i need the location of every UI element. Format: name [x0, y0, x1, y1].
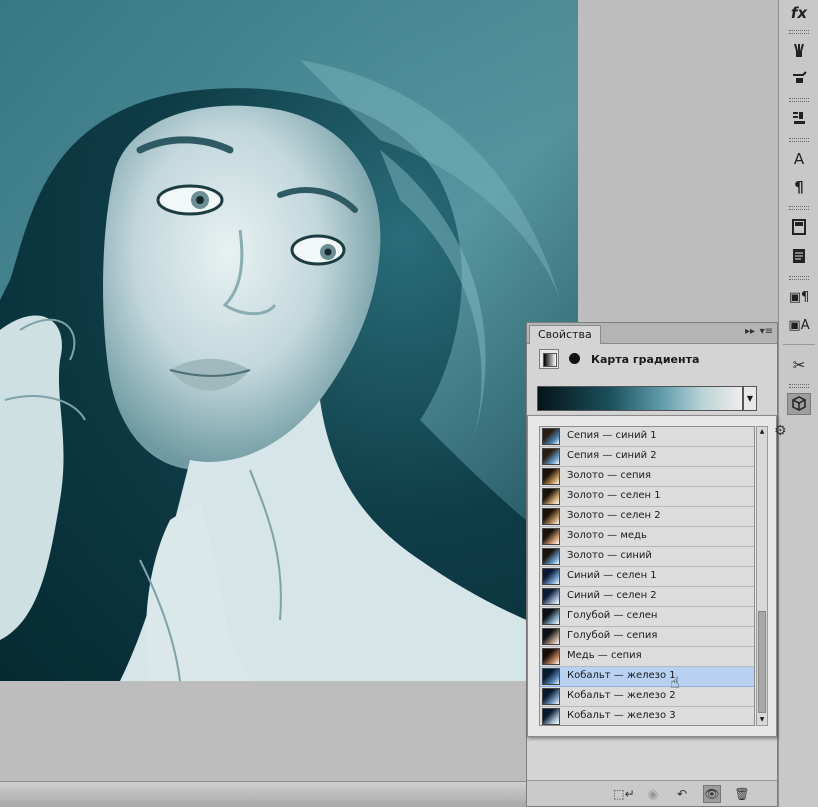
- panel-menu-icon[interactable]: ▾≡: [760, 326, 773, 337]
- character-icon[interactable]: A: [787, 148, 811, 170]
- right-panel-dock: fx A ¶ ▣¶ ▣A ✂: [778, 0, 818, 807]
- gradient-swatch: [542, 548, 560, 565]
- gradient-label: Медь — сепия: [567, 650, 642, 661]
- dock-grip[interactable]: [789, 98, 809, 102]
- gradient-preview[interactable]: [537, 386, 743, 411]
- gradient-list-item[interactable]: Сепия — синий 1: [540, 427, 754, 447]
- gradient-label: Кобальт — железо 1: [567, 670, 676, 681]
- scroll-down-icon[interactable]: ▼: [757, 715, 767, 725]
- gradient-list-item[interactable]: Синий — селен 1: [540, 567, 754, 587]
- gradient-swatch: [542, 628, 560, 645]
- scroll-thumb[interactable]: [758, 611, 766, 713]
- gradient-list-item[interactable]: Кобальт — железо 2: [540, 687, 754, 707]
- paragraph-icon[interactable]: ¶: [787, 176, 811, 198]
- gradient-label: Золото — селен 1: [567, 490, 661, 501]
- trash-icon[interactable]: 🗑: [733, 785, 751, 803]
- gradient-swatch: [542, 428, 560, 445]
- scroll-up-icon[interactable]: ▲: [757, 427, 767, 437]
- chevron-down-icon[interactable]: ▼: [743, 386, 757, 411]
- double-chevron-right-icon[interactable]: ▸▸: [745, 326, 755, 337]
- gradient-list-item[interactable]: Голубой — селен: [540, 607, 754, 627]
- gradient-swatch: [542, 508, 560, 525]
- gear-icon[interactable]: ⚙: [774, 423, 787, 439]
- layer-mask-icon[interactable]: [565, 349, 585, 369]
- gradient-swatch: [542, 608, 560, 625]
- gradient-list-item[interactable]: Кобальт — железо 1: [540, 667, 754, 687]
- gradient-swatch: [542, 488, 560, 505]
- portrait-photo[interactable]: [0, 0, 578, 681]
- notes-icon[interactable]: [787, 245, 811, 267]
- gradient-label: Золото — сепия: [567, 470, 652, 481]
- visibility-icon[interactable]: 👁: [703, 785, 721, 803]
- gradient-list-item[interactable]: Кобальт — железо 3: [540, 707, 754, 725]
- gradient-list-item[interactable]: Сепия — синий 2: [540, 447, 754, 467]
- gradient-list[interactable]: Сепия — синий 1 Сепия — синий 2 Золото — с…: [539, 426, 755, 726]
- paragraph-styles-icon[interactable]: ▣¶: [787, 286, 811, 308]
- dock-separator: [783, 344, 815, 345]
- panel-tab-bar: Свойства ▸▸ ▾≡: [527, 323, 777, 344]
- gradient-swatch: [542, 448, 560, 465]
- brush-presets-icon[interactable]: [787, 40, 811, 62]
- stamp-icon[interactable]: [787, 107, 811, 129]
- tool-presets-icon[interactable]: ✂: [787, 354, 811, 376]
- gradient-label: Синий — селен 2: [567, 590, 657, 601]
- gradient-label: Золото — синий: [567, 550, 652, 561]
- gradient-list-item[interactable]: Голубой — сепия: [540, 627, 754, 647]
- gradient-swatch: [542, 568, 560, 585]
- gradient-list-item[interactable]: Золото — синий: [540, 547, 754, 567]
- gradient-list-item[interactable]: Золото — селен 2: [540, 507, 754, 527]
- dock-grip[interactable]: [789, 276, 809, 280]
- character-styles-icon[interactable]: ▣A: [787, 314, 811, 336]
- gradient-label: Кобальт — железо 3: [567, 710, 676, 721]
- gradient-label: Голубой — сепия: [567, 630, 658, 641]
- tab-properties[interactable]: Свойства: [529, 325, 601, 344]
- panel-footer: ⬚↵ ◉ ↶ 👁 🗑: [527, 780, 777, 806]
- adjustment-header: Карта градиента: [535, 349, 771, 371]
- gradient-map-icon[interactable]: [539, 349, 559, 369]
- dock-grip[interactable]: [789, 384, 809, 388]
- gradient-swatch: [542, 648, 560, 665]
- book-icon[interactable]: [787, 216, 811, 238]
- gradient-swatch: [542, 588, 560, 605]
- dock-grip[interactable]: [789, 30, 809, 34]
- adjustment-title: Карта градиента: [591, 353, 700, 366]
- gradient-label: Золото — медь: [567, 530, 647, 541]
- gradient-swatch: [542, 468, 560, 485]
- reset-icon[interactable]: ↶: [673, 785, 691, 803]
- 3d-icon[interactable]: [787, 393, 811, 415]
- view-previous-icon[interactable]: ◉: [644, 785, 662, 803]
- gradient-swatch: [542, 668, 560, 685]
- gradient-picker-popup: Сепия — синий 1 Сепия — синий 2 Золото — с…: [527, 415, 787, 737]
- gradient-label: Голубой — селен: [567, 610, 658, 621]
- gradient-label: Кобальт — железо 2: [567, 690, 676, 701]
- gradient-label: Сепия — синий 2: [567, 450, 657, 461]
- fx-icon[interactable]: fx: [787, 2, 811, 24]
- gradient-list-item[interactable]: Медь — сепия: [540, 647, 754, 667]
- gradient-swatch: [542, 688, 560, 705]
- portrait-illustration: [0, 0, 578, 681]
- hand-cursor-icon: ☝: [670, 673, 680, 692]
- clone-source-icon[interactable]: [787, 66, 811, 88]
- dock-grip[interactable]: [789, 138, 809, 142]
- gradient-label: Синий — селен 1: [567, 570, 657, 581]
- gradient-label: Сепия — синий 1: [567, 430, 657, 441]
- dock-grip[interactable]: [789, 206, 809, 210]
- gradient-list-item[interactable]: Золото — сепия: [540, 467, 754, 487]
- clip-to-layer-icon[interactable]: ⬚↵: [613, 785, 634, 803]
- gradient-swatch: [542, 528, 560, 545]
- gradient-swatch: [542, 708, 560, 725]
- gradient-list-item[interactable]: Золото — медь: [540, 527, 754, 547]
- gradient-list-scrollbar[interactable]: ▲ ▼: [756, 426, 768, 726]
- gradient-list-item[interactable]: Золото — селен 1: [540, 487, 754, 507]
- gradient-label: Золото — селен 2: [567, 510, 661, 521]
- gradient-list-item[interactable]: Синий — селен 2: [540, 587, 754, 607]
